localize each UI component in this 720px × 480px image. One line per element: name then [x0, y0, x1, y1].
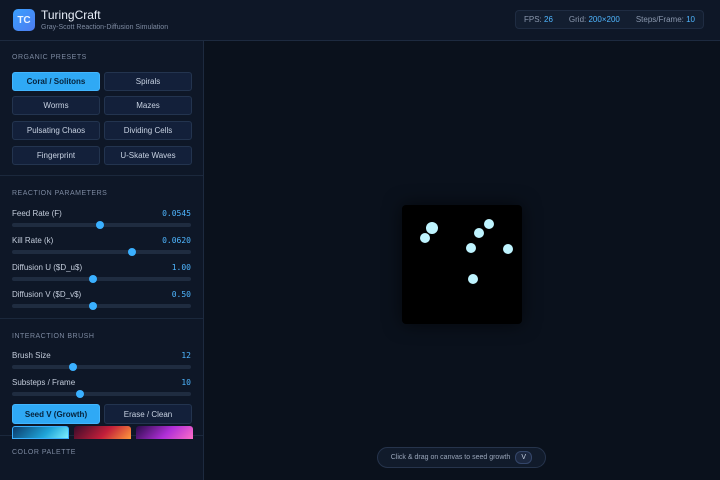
substeps-slider-thumb[interactable] — [76, 390, 85, 398]
diffusion-u-slider-thumb[interactable] — [88, 275, 97, 283]
fps-stat: FPS: 26 — [524, 15, 553, 24]
preset-mazes[interactable]: Mazes — [104, 96, 192, 115]
palette-swatch-neon[interactable] — [136, 426, 193, 439]
seed-growth-button[interactable]: Seed V (Growth) — [12, 404, 100, 424]
app-title: TuringCraft — [41, 8, 101, 22]
grid-stat: Grid: 200×200 — [568, 15, 620, 24]
brush-section-label: INTERACTION BRUSH — [12, 333, 95, 340]
substeps-value: 10 — [181, 378, 191, 387]
preset-coral-solitons[interactable]: Coral / Solitons — [12, 72, 100, 91]
kill-rate-slider-thumb[interactable] — [127, 248, 136, 256]
kill-rate-slider[interactable] — [12, 248, 191, 256]
section-divider — [0, 175, 203, 176]
diffusion-u-label: Diffusion U ($D_u$) — [12, 263, 83, 272]
preset-u-skate-waves[interactable]: U-Skate Waves — [104, 146, 192, 165]
diffusion-v-slider-thumb[interactable] — [88, 302, 97, 310]
cell-spot — [466, 243, 476, 253]
canvas-area: Click & drag on canvas to seed growth V — [204, 41, 720, 480]
substeps-slider[interactable] — [12, 390, 191, 398]
brush-size-value: 12 — [181, 351, 191, 360]
feed-rate-slider[interactable] — [12, 221, 191, 229]
diffusion-v-value: 0.50 — [171, 290, 191, 299]
feed-rate-slider-thumb[interactable] — [95, 221, 104, 229]
reaction-section-label: REACTION PARAMETERS — [12, 190, 108, 197]
palette-swatch-ocean[interactable] — [12, 426, 69, 439]
cell-spot — [468, 274, 478, 284]
palette-section-label: COLOR PALETTE — [12, 449, 76, 456]
presets-section-label: ORGANIC PRESETS — [12, 54, 87, 61]
brush-size-label: Brush Size — [12, 351, 51, 360]
app-header: TC TuringCraft Gray-Scott Reaction-Diffu… — [0, 0, 720, 41]
preset-dividing-cells[interactable]: Dividing Cells — [104, 121, 192, 140]
feed-rate-label: Feed Rate (F) — [12, 209, 62, 218]
steps-stat: Steps/Frame: 10 — [635, 15, 695, 24]
cell-spot — [474, 228, 484, 238]
preset-fingerprint[interactable]: Fingerprint — [12, 146, 100, 165]
app-logo: TC — [13, 9, 35, 31]
simulation-canvas[interactable] — [402, 205, 522, 324]
preset-pulsating-chaos[interactable]: Pulsating Chaos — [12, 121, 100, 140]
canvas-hint: Click & drag on canvas to seed growth V — [377, 447, 546, 468]
feed-rate-value: 0.0545 — [162, 209, 191, 218]
section-divider — [0, 318, 203, 319]
simulation-render — [420, 219, 513, 284]
diffusion-u-slider[interactable] — [12, 275, 191, 283]
substeps-label: Substeps / Frame — [12, 378, 76, 387]
app-subtitle: Gray-Scott Reaction-Diffusion Simulation — [41, 24, 169, 31]
diffusion-u-value: 1.00 — [171, 263, 191, 272]
cell-spot — [426, 222, 438, 234]
brush-size-slider-thumb[interactable] — [68, 363, 77, 371]
erase-clean-button[interactable]: Erase / Clean — [104, 404, 192, 424]
kill-rate-label: Kill Rate (k) — [12, 236, 54, 245]
diffusion-v-label: Diffusion V ($D_v$) — [12, 290, 82, 299]
preset-worms[interactable]: Worms — [12, 96, 100, 115]
keyboard-shortcut-badge: V — [515, 451, 533, 464]
kill-rate-value: 0.0620 — [162, 236, 191, 245]
cell-spot — [420, 233, 430, 243]
palette-swatch-fire[interactable] — [74, 426, 131, 439]
brush-size-slider[interactable] — [12, 363, 191, 371]
cell-spot — [503, 244, 513, 254]
preset-spirals[interactable]: Spirals — [104, 72, 192, 91]
diffusion-v-slider[interactable] — [12, 302, 191, 310]
stats-bar: FPS: 26 Grid: 200×200 Steps/Frame: 10 — [515, 10, 704, 29]
cell-spot — [484, 219, 494, 229]
canvas-hint-text: Click & drag on canvas to seed growth — [390, 454, 511, 461]
sidebar: ORGANIC PRESETS Coral / Solitons Spirals… — [0, 41, 204, 480]
